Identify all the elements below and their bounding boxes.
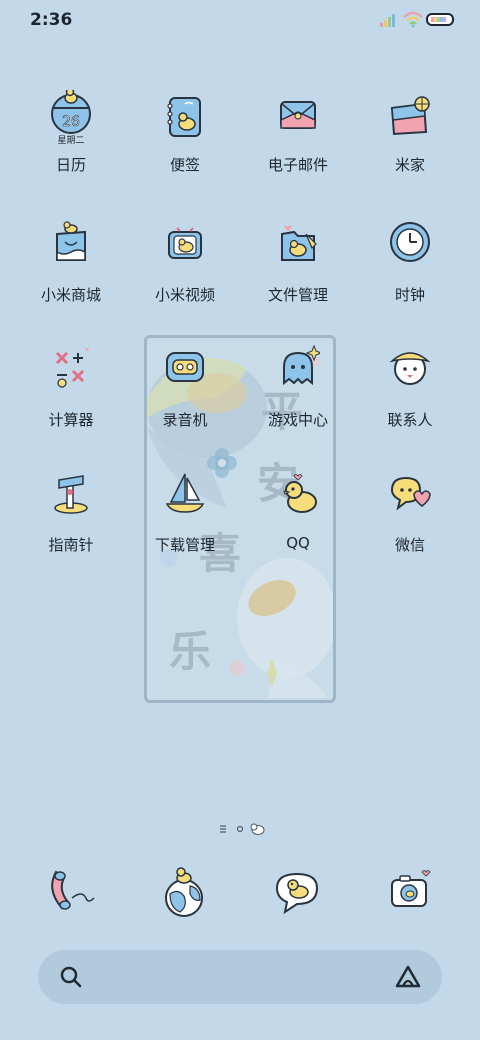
browser-icon[interactable] xyxy=(152,860,216,924)
search-icon xyxy=(60,966,82,988)
app-label: 游戏中心 xyxy=(267,411,328,429)
wifi-icon xyxy=(403,12,423,28)
app-label: 电子邮件 xyxy=(267,156,328,174)
page-list-icon xyxy=(220,825,226,833)
app-label: 文件管理 xyxy=(267,286,328,304)
app-email[interactable]: 电子邮件 xyxy=(243,90,353,200)
wechat-icon xyxy=(390,476,431,511)
app-label: 下载管理 xyxy=(154,536,215,554)
app-calculator[interactable]: 计算器 xyxy=(16,345,126,455)
compass-icon xyxy=(54,475,88,514)
qq-icon xyxy=(283,474,317,513)
notes-icon xyxy=(167,97,201,137)
page-dot xyxy=(236,825,244,833)
app-compass[interactable]: 指南针 xyxy=(16,470,126,580)
svg-text:星期二: 星期二 xyxy=(57,135,84,144)
assistant-icon[interactable] xyxy=(394,964,422,990)
page-dot-active xyxy=(250,823,265,835)
app-label: 米家 xyxy=(394,156,425,174)
app-label: 计算器 xyxy=(48,411,94,429)
mijia-icon xyxy=(390,96,430,136)
calendar-icon: 26 星期二 xyxy=(51,90,91,144)
app-mi-store[interactable]: 小米商城 xyxy=(16,220,126,330)
email-icon xyxy=(280,101,316,129)
app-label: 时钟 xyxy=(394,286,425,304)
clock-icon xyxy=(390,222,430,262)
app-label: 联系人 xyxy=(387,411,433,429)
messages-icon[interactable] xyxy=(265,860,329,924)
wallpaper-glyph: 乐 xyxy=(169,627,212,676)
contacts-icon xyxy=(389,352,431,385)
app-download-manager[interactable]: 下载管理 xyxy=(130,470,240,580)
app-file-manager[interactable]: 文件管理 xyxy=(243,220,353,330)
app-label: 指南针 xyxy=(48,536,94,554)
app-clock[interactable]: 时钟 xyxy=(355,220,465,330)
calculator-icon xyxy=(55,348,89,388)
page-indicator[interactable] xyxy=(218,820,268,838)
camera-icon[interactable] xyxy=(378,860,442,924)
search-bar[interactable] xyxy=(38,950,442,1004)
signal-icon xyxy=(380,14,395,27)
app-notes[interactable]: 便签 xyxy=(130,90,240,200)
app-contacts[interactable]: 联系人 xyxy=(355,345,465,455)
app-wechat[interactable]: 微信 xyxy=(355,470,465,580)
status-icons xyxy=(380,12,454,32)
app-label: QQ xyxy=(286,534,310,552)
app-label: 小米商城 xyxy=(40,286,101,304)
recorder-icon xyxy=(166,352,204,382)
app-recorder[interactable]: 录音机 xyxy=(130,345,240,455)
app-label: 录音机 xyxy=(162,411,208,429)
svg-text:26: 26 xyxy=(62,114,80,130)
app-game-center[interactable]: 游戏中心 xyxy=(243,345,353,455)
download-manager-icon xyxy=(165,473,205,513)
app-label: 微信 xyxy=(394,536,425,554)
file-manager-icon xyxy=(281,225,317,261)
battery-icon xyxy=(426,13,454,26)
game-center-icon xyxy=(283,345,320,386)
app-calendar[interactable]: 26 星期二 日历 xyxy=(16,90,126,200)
app-label: 日历 xyxy=(55,156,86,174)
mi-store-icon xyxy=(56,221,86,261)
phone-icon[interactable] xyxy=(42,860,106,924)
status-bar: 2:36 xyxy=(0,0,480,44)
mi-video-icon xyxy=(168,227,202,259)
app-label: 小米视频 xyxy=(154,286,215,304)
status-time: 2:36 xyxy=(30,10,73,30)
app-qq[interactable]: QQ xyxy=(243,470,353,580)
app-label: 便签 xyxy=(169,156,200,174)
app-mi-video[interactable]: 小米视频 xyxy=(130,220,240,330)
app-mijia[interactable]: 米家 xyxy=(355,90,465,200)
